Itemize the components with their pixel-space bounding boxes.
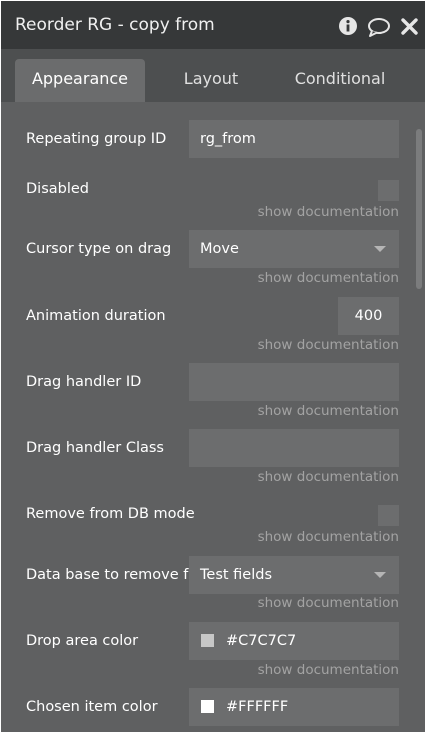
cursor-type-value: Move: [200, 241, 239, 257]
drop-area-color-swatch[interactable]: [201, 634, 214, 647]
disabled-label: Disabled: [26, 181, 89, 197]
cursor-type-doc-link[interactable]: show documentation: [258, 270, 399, 286]
drop-area-color-label: Drop area color: [26, 633, 139, 649]
cursor-type-dropdown[interactable]: Move: [189, 230, 399, 268]
repeating-group-id-label: Repeating group ID: [26, 131, 167, 147]
chevron-down-icon: [374, 572, 386, 578]
chosen-item-color-picker[interactable]: #FFFFFF: [189, 688, 399, 726]
comment-icon[interactable]: [367, 17, 391, 41]
disabled-doc-link[interactable]: show documentation: [258, 204, 399, 220]
properties-content: Repeating group ID rg_from Disabled show…: [1, 102, 425, 732]
drag-handler-class-label: Drag handler Class: [26, 440, 164, 456]
chosen-item-color-swatch[interactable]: [201, 700, 214, 713]
tab-appearance[interactable]: Appearance: [15, 59, 145, 102]
animation-duration-label: Animation duration: [26, 308, 166, 324]
scrollbar[interactable]: [416, 129, 422, 289]
tab-layout[interactable]: Layout: [151, 59, 271, 102]
drop-area-color-value: #C7C7C7: [226, 633, 297, 649]
window-title: Reorder RG - copy from: [15, 15, 215, 35]
drag-handler-id-doc-link[interactable]: show documentation: [258, 403, 399, 419]
animation-duration-doc-link[interactable]: show documentation: [258, 337, 399, 353]
close-icon[interactable]: [401, 18, 418, 39]
drag-handler-class-input[interactable]: [189, 429, 399, 467]
disabled-checkbox[interactable]: [378, 180, 399, 201]
drop-area-color-doc-link[interactable]: show documentation: [258, 662, 399, 678]
property-editor-panel: Reorder RG - copy from Appearance Layout…: [1, 1, 425, 732]
chevron-down-icon: [374, 246, 386, 252]
chosen-item-color-value: #FFFFFF: [226, 699, 289, 715]
database-remove-value: Test fields: [200, 567, 273, 583]
remove-from-db-checkbox[interactable]: [378, 505, 399, 526]
title-bar: Reorder RG - copy from: [1, 1, 425, 49]
database-remove-label: Data base to remove f: [26, 567, 189, 583]
remove-from-db-doc-link[interactable]: show documentation: [258, 529, 399, 545]
remove-from-db-label: Remove from DB mode: [26, 506, 195, 522]
chosen-item-color-label: Chosen item color: [26, 699, 158, 715]
cursor-type-label: Cursor type on drag: [26, 241, 172, 257]
animation-duration-input[interactable]: 400: [338, 297, 399, 335]
drag-handler-id-label: Drag handler ID: [26, 374, 142, 390]
drag-handler-class-doc-link[interactable]: show documentation: [258, 469, 399, 485]
database-remove-dropdown[interactable]: Test fields: [189, 556, 399, 594]
drop-area-color-picker[interactable]: #C7C7C7: [189, 622, 399, 660]
tab-bar: Appearance Layout Conditional: [1, 49, 425, 102]
drag-handler-id-input[interactable]: [189, 363, 399, 401]
database-remove-doc-link[interactable]: show documentation: [258, 595, 399, 611]
tab-conditional[interactable]: Conditional: [277, 59, 403, 102]
repeating-group-id-input[interactable]: rg_from: [189, 120, 399, 158]
info-icon[interactable]: [338, 16, 358, 40]
